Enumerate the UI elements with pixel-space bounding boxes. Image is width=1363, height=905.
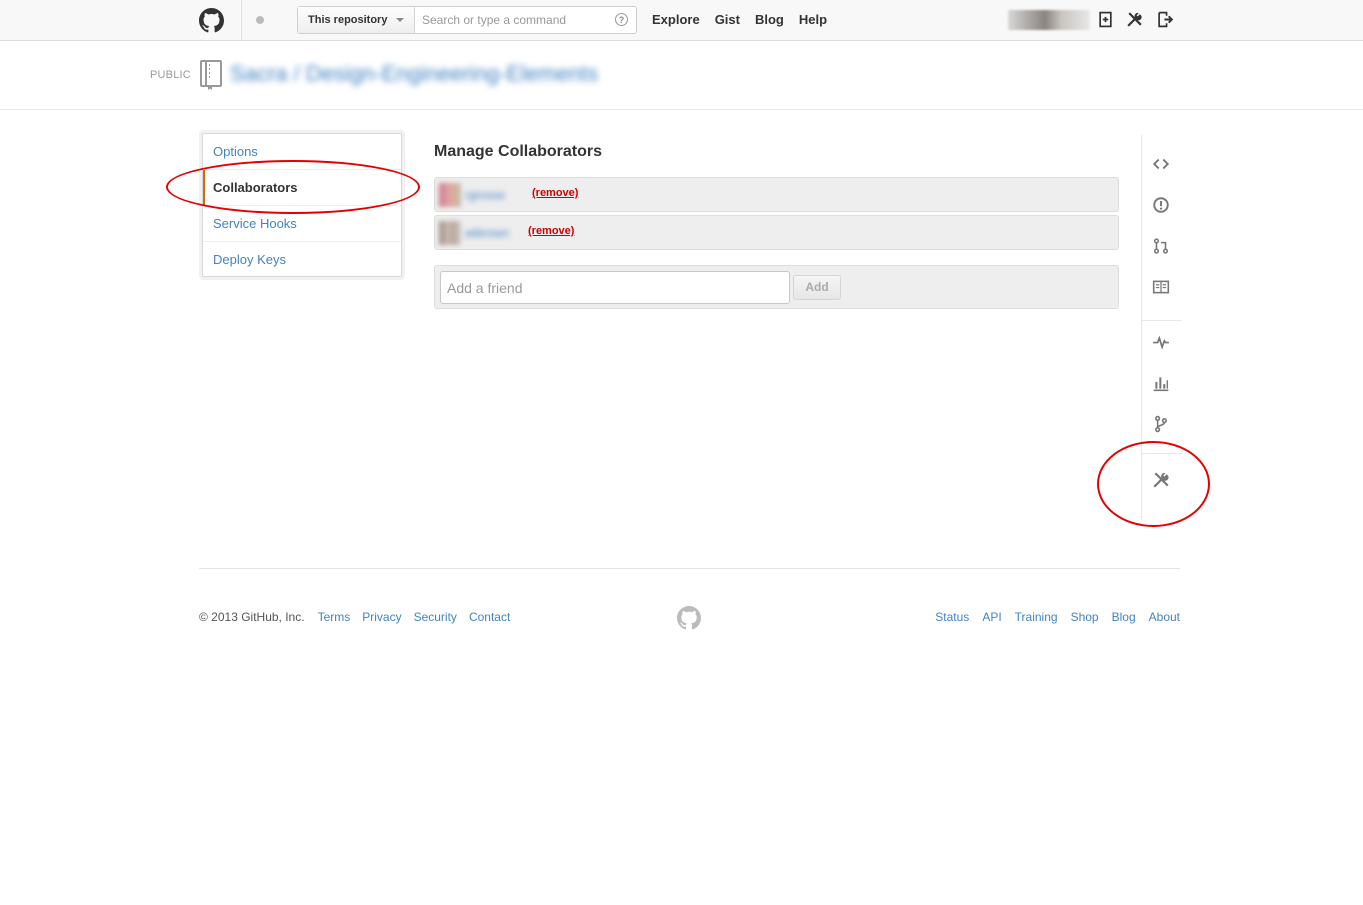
footer-links-left: Terms Privacy Security Contact: [318, 610, 511, 624]
user-profile-link[interactable]: [1008, 10, 1090, 30]
repo-title-bar: PUBLIC Sacra / Design-Engineering-Elemen…: [0, 41, 1363, 110]
collaborator-row: rgrosse (remove): [434, 177, 1119, 212]
add-collaborator-button[interactable]: Add: [793, 275, 841, 300]
github-octocat-icon[interactable]: [199, 8, 224, 33]
footer-link-blog[interactable]: Blog: [1112, 610, 1136, 624]
notifications-indicator[interactable]: [256, 16, 264, 24]
settings-icon[interactable]: [1152, 471, 1170, 489]
sign-out-icon[interactable]: [1157, 11, 1174, 28]
settings-menu: Options Collaborators Service Hooks Depl…: [199, 130, 405, 280]
footer-divider: [199, 568, 1180, 569]
graphs-icon[interactable]: [1152, 374, 1170, 392]
add-friend-input[interactable]: [440, 271, 790, 304]
page-title: Manage Collaborators: [434, 143, 603, 160]
footer-link-terms[interactable]: Terms: [318, 610, 351, 624]
settings-menu-list: Options Collaborators Service Hooks Depl…: [202, 133, 402, 277]
footer-link-privacy[interactable]: Privacy: [362, 610, 401, 624]
footer-link-training[interactable]: Training: [1015, 610, 1058, 624]
account-settings-icon[interactable]: [1126, 11, 1143, 28]
pulse-icon[interactable]: [1152, 333, 1170, 351]
footer-link-about[interactable]: About: [1149, 610, 1180, 624]
add-collaborator-form: Add: [434, 265, 1119, 309]
pull-requests-icon[interactable]: [1152, 237, 1170, 255]
menu-item-deploy-keys[interactable]: Deploy Keys: [203, 242, 401, 278]
nav-divider: [1142, 453, 1182, 454]
menu-item-service-hooks[interactable]: Service Hooks: [203, 206, 401, 242]
help-icon[interactable]: ?: [615, 13, 628, 26]
search-scope-label: This repository: [308, 14, 388, 26]
nav-divider: [1142, 320, 1182, 321]
footer-left: © 2013 GitHub, Inc. Terms Privacy Securi…: [199, 610, 510, 624]
command-search-bar: This repository ?: [297, 6, 637, 34]
avatar: [439, 183, 461, 207]
repo-name-link[interactable]: Sacra / Design-Engineering-Elements: [230, 61, 598, 87]
nav-help-link[interactable]: Help: [799, 12, 827, 27]
remove-collaborator-link[interactable]: (remove): [528, 225, 574, 237]
avatar: [439, 221, 461, 245]
footer-link-api[interactable]: API: [982, 610, 1001, 624]
collaborator-row: wibrown (remove): [434, 215, 1119, 250]
menu-item-options[interactable]: Options: [203, 134, 401, 170]
search-scope-dropdown[interactable]: This repository: [298, 7, 415, 33]
nav-explore-link[interactable]: Explore: [652, 12, 700, 27]
footer-link-status[interactable]: Status: [935, 610, 969, 624]
new-repo-icon[interactable]: [1097, 11, 1114, 28]
wiki-icon[interactable]: [1152, 278, 1170, 296]
github-mark-icon[interactable]: [677, 606, 701, 630]
menu-item-collaborators[interactable]: Collaborators: [203, 170, 401, 206]
footer-links-right: Status API Training Shop Blog About: [935, 610, 1180, 624]
collaborator-name[interactable]: rgrosse: [465, 188, 505, 202]
collaborator-name[interactable]: wibrown: [465, 226, 509, 240]
header-divider: [241, 0, 242, 40]
top-nav: Explore Gist Blog Help: [652, 12, 827, 27]
network-icon[interactable]: [1152, 415, 1170, 433]
remove-collaborator-link[interactable]: (remove): [532, 187, 578, 199]
footer-link-contact[interactable]: Contact: [469, 610, 510, 624]
footer-link-security[interactable]: Security: [414, 610, 457, 624]
nav-blog-link[interactable]: Blog: [755, 12, 784, 27]
issues-icon[interactable]: [1152, 196, 1170, 214]
site-header: This repository ? Explore Gist Blog Help: [0, 0, 1363, 41]
repo-book-icon: [200, 60, 222, 90]
copyright: © 2013 GitHub, Inc.: [199, 610, 305, 624]
search-input[interactable]: [416, 7, 611, 33]
footer-link-shop[interactable]: Shop: [1071, 610, 1099, 624]
nav-gist-link[interactable]: Gist: [715, 12, 740, 27]
chevron-down-icon: [396, 18, 404, 22]
code-icon[interactable]: [1152, 155, 1170, 173]
repo-sidebar-nav: [1141, 135, 1182, 520]
visibility-label: PUBLIC: [150, 69, 191, 81]
